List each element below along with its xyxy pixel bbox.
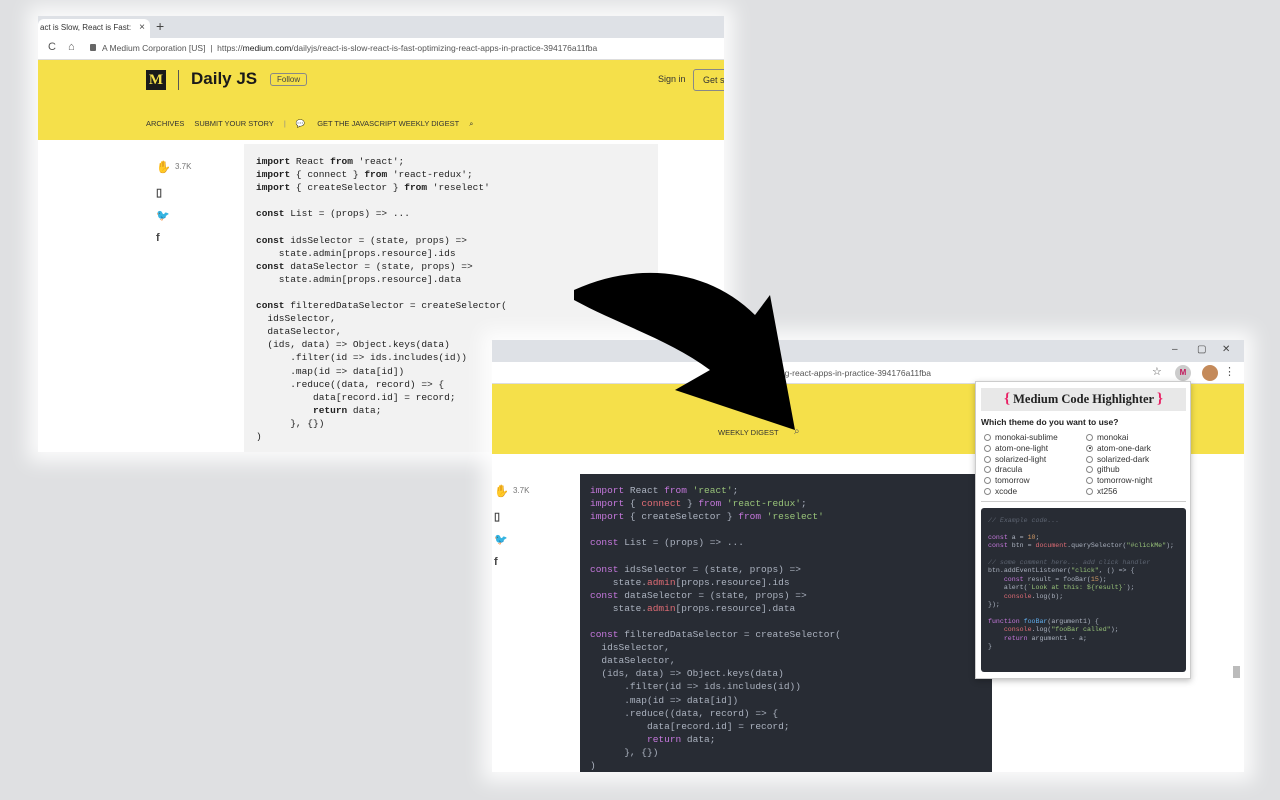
theme-option-atom-one-light[interactable]: atom-one-light [984, 443, 1048, 453]
theme-option-monokai-sublime[interactable]: monokai-sublime [984, 432, 1058, 442]
theme-option-atom-one-dark[interactable]: atom-one-dark [1086, 443, 1151, 453]
radio-button[interactable] [1086, 488, 1093, 495]
tab-strip: act is Slow, React is Fast: Opti × + [38, 16, 724, 38]
scrollbar[interactable] [1233, 666, 1240, 678]
clap-count: 3.7K [174, 162, 192, 171]
nav-submit-story[interactable]: SUBMIT YOUR STORY [194, 119, 273, 128]
theme-option-solarized-light[interactable]: solarized-light [984, 454, 1046, 464]
nav-archives[interactable]: ARCHIVES [146, 119, 184, 128]
header-divider [178, 70, 179, 90]
url-text[interactable]: A Medium Corporation [US] | https://medi… [102, 43, 597, 53]
menu-icon[interactable]: ⋮ [1224, 365, 1235, 378]
radio-button[interactable] [984, 455, 991, 463]
bookmark-icon[interactable]: ▯ [156, 186, 191, 199]
share-sidebar: ✋ 3.7K ▯ 🐦 f [494, 482, 529, 568]
theme-label: tomorrow-night [1097, 475, 1153, 486]
radio-button[interactable] [1086, 466, 1093, 474]
radio-button[interactable] [1086, 434, 1093, 441]
popup-divider [981, 501, 1186, 502]
share-sidebar: ✋ 3.7K ▯ 🐦 f [156, 158, 191, 244]
medium-code-highlighter-extension-icon[interactable]: M [1175, 365, 1191, 381]
facebook-icon[interactable]: f [156, 232, 191, 244]
theme-label: dracula [995, 464, 1023, 475]
radio-button[interactable] [984, 488, 991, 495]
theme-option-monokai[interactable]: monokai [1086, 432, 1128, 442]
lock-icon [90, 44, 96, 51]
twitter-icon[interactable]: 🐦 [494, 533, 529, 546]
theme-label: atom-one-light [995, 442, 1049, 453]
minimize-icon[interactable]: – [1172, 344, 1178, 355]
radio-button[interactable] [1086, 477, 1093, 485]
tab-title: act is Slow, React is Fast: Opti [40, 23, 132, 32]
star-icon[interactable]: ☆ [1152, 365, 1162, 378]
radio-button[interactable] [984, 466, 991, 474]
medium-header: M Daily JS Follow Sign in Get sta ARCHIV… [38, 60, 724, 140]
transition-arrow-icon [574, 272, 795, 430]
clap-count: 3.7K [512, 486, 530, 495]
theme-option-tomorrow[interactable]: tomorrow [984, 475, 1030, 485]
publication-nav: ARCHIVES SUBMIT YOUR STORY | 💬 GET THE JAVA… [146, 119, 483, 129]
get-started-button[interactable]: Get sta [693, 69, 724, 91]
twitter-icon[interactable]: 🐦 [156, 209, 191, 222]
nav-digest[interactable]: GET THE JAVASCRIPT WEEKLY DIGEST [317, 119, 459, 128]
facebook-icon[interactable]: f [494, 556, 529, 568]
reload-icon[interactable]: C [48, 41, 56, 53]
theme-option-xcode[interactable]: xcode [984, 486, 1017, 496]
theme-label: tomorrow [995, 475, 1030, 486]
nav-separator: | [283, 119, 286, 128]
close-window-icon[interactable]: ✕ [1222, 344, 1230, 355]
theme-option-xt256[interactable]: xt256 [1086, 486, 1117, 496]
theme-label: monokai [1097, 432, 1129, 442]
clap-icon[interactable]: ✋ [494, 484, 509, 498]
radio-button[interactable] [1086, 444, 1093, 452]
theme-option-solarized-dark[interactable]: solarized-dark [1086, 454, 1149, 464]
sign-in-link[interactable]: Sign in [658, 74, 686, 84]
home-icon[interactable]: ⌂ [68, 41, 75, 53]
popup-title: { Medium Code Highlighter } [981, 388, 1186, 411]
radio-button[interactable] [984, 477, 991, 485]
maximize-icon[interactable]: ▢ [1197, 344, 1206, 355]
theme-label: solarized-light [995, 453, 1047, 464]
bookmark-icon[interactable]: ▯ [494, 510, 529, 523]
new-tab-icon[interactable]: + [156, 18, 164, 34]
theme-question: Which theme do you want to use? [981, 417, 1119, 427]
theme-option-tomorrow-night[interactable]: tomorrow-night [1086, 475, 1152, 485]
avatar[interactable] [1202, 365, 1218, 381]
medium-logo[interactable]: M [146, 70, 166, 90]
extension-popup: { Medium Code Highlighter } Which theme … [975, 381, 1191, 679]
theme-label: atom-one-dark [1097, 442, 1151, 453]
publication-name[interactable]: Daily JS [191, 69, 257, 89]
theme-label: github [1097, 464, 1120, 475]
follow-button[interactable]: Follow [270, 73, 308, 86]
theme-label: xt256 [1097, 486, 1118, 496]
theme-label: xcode [995, 486, 1018, 496]
theme-preview: // Example code... const a = 10; const b… [981, 508, 1186, 672]
radio-button[interactable] [984, 444, 991, 452]
theme-label: solarized-dark [1097, 453, 1150, 464]
digest-icon: 💬 [295, 119, 308, 128]
browser-tab[interactable]: act is Slow, React is Fast: Opti × [38, 19, 150, 38]
code-block-highlighted: import React from 'react'; import { conn… [580, 474, 992, 772]
radio-button[interactable] [1086, 455, 1093, 463]
theme-label: monokai-sublime [995, 432, 1058, 442]
radio-button[interactable] [984, 434, 991, 441]
theme-option-github[interactable]: github [1086, 464, 1120, 474]
clap-icon[interactable]: ✋ [156, 160, 171, 174]
tab-close-icon[interactable]: × [139, 22, 145, 33]
theme-option-dracula[interactable]: dracula [984, 464, 1022, 474]
address-bar[interactable]: C ⌂ A Medium Corporation [US] | https://… [38, 38, 724, 60]
search-icon[interactable]: ⌕ [469, 119, 473, 128]
